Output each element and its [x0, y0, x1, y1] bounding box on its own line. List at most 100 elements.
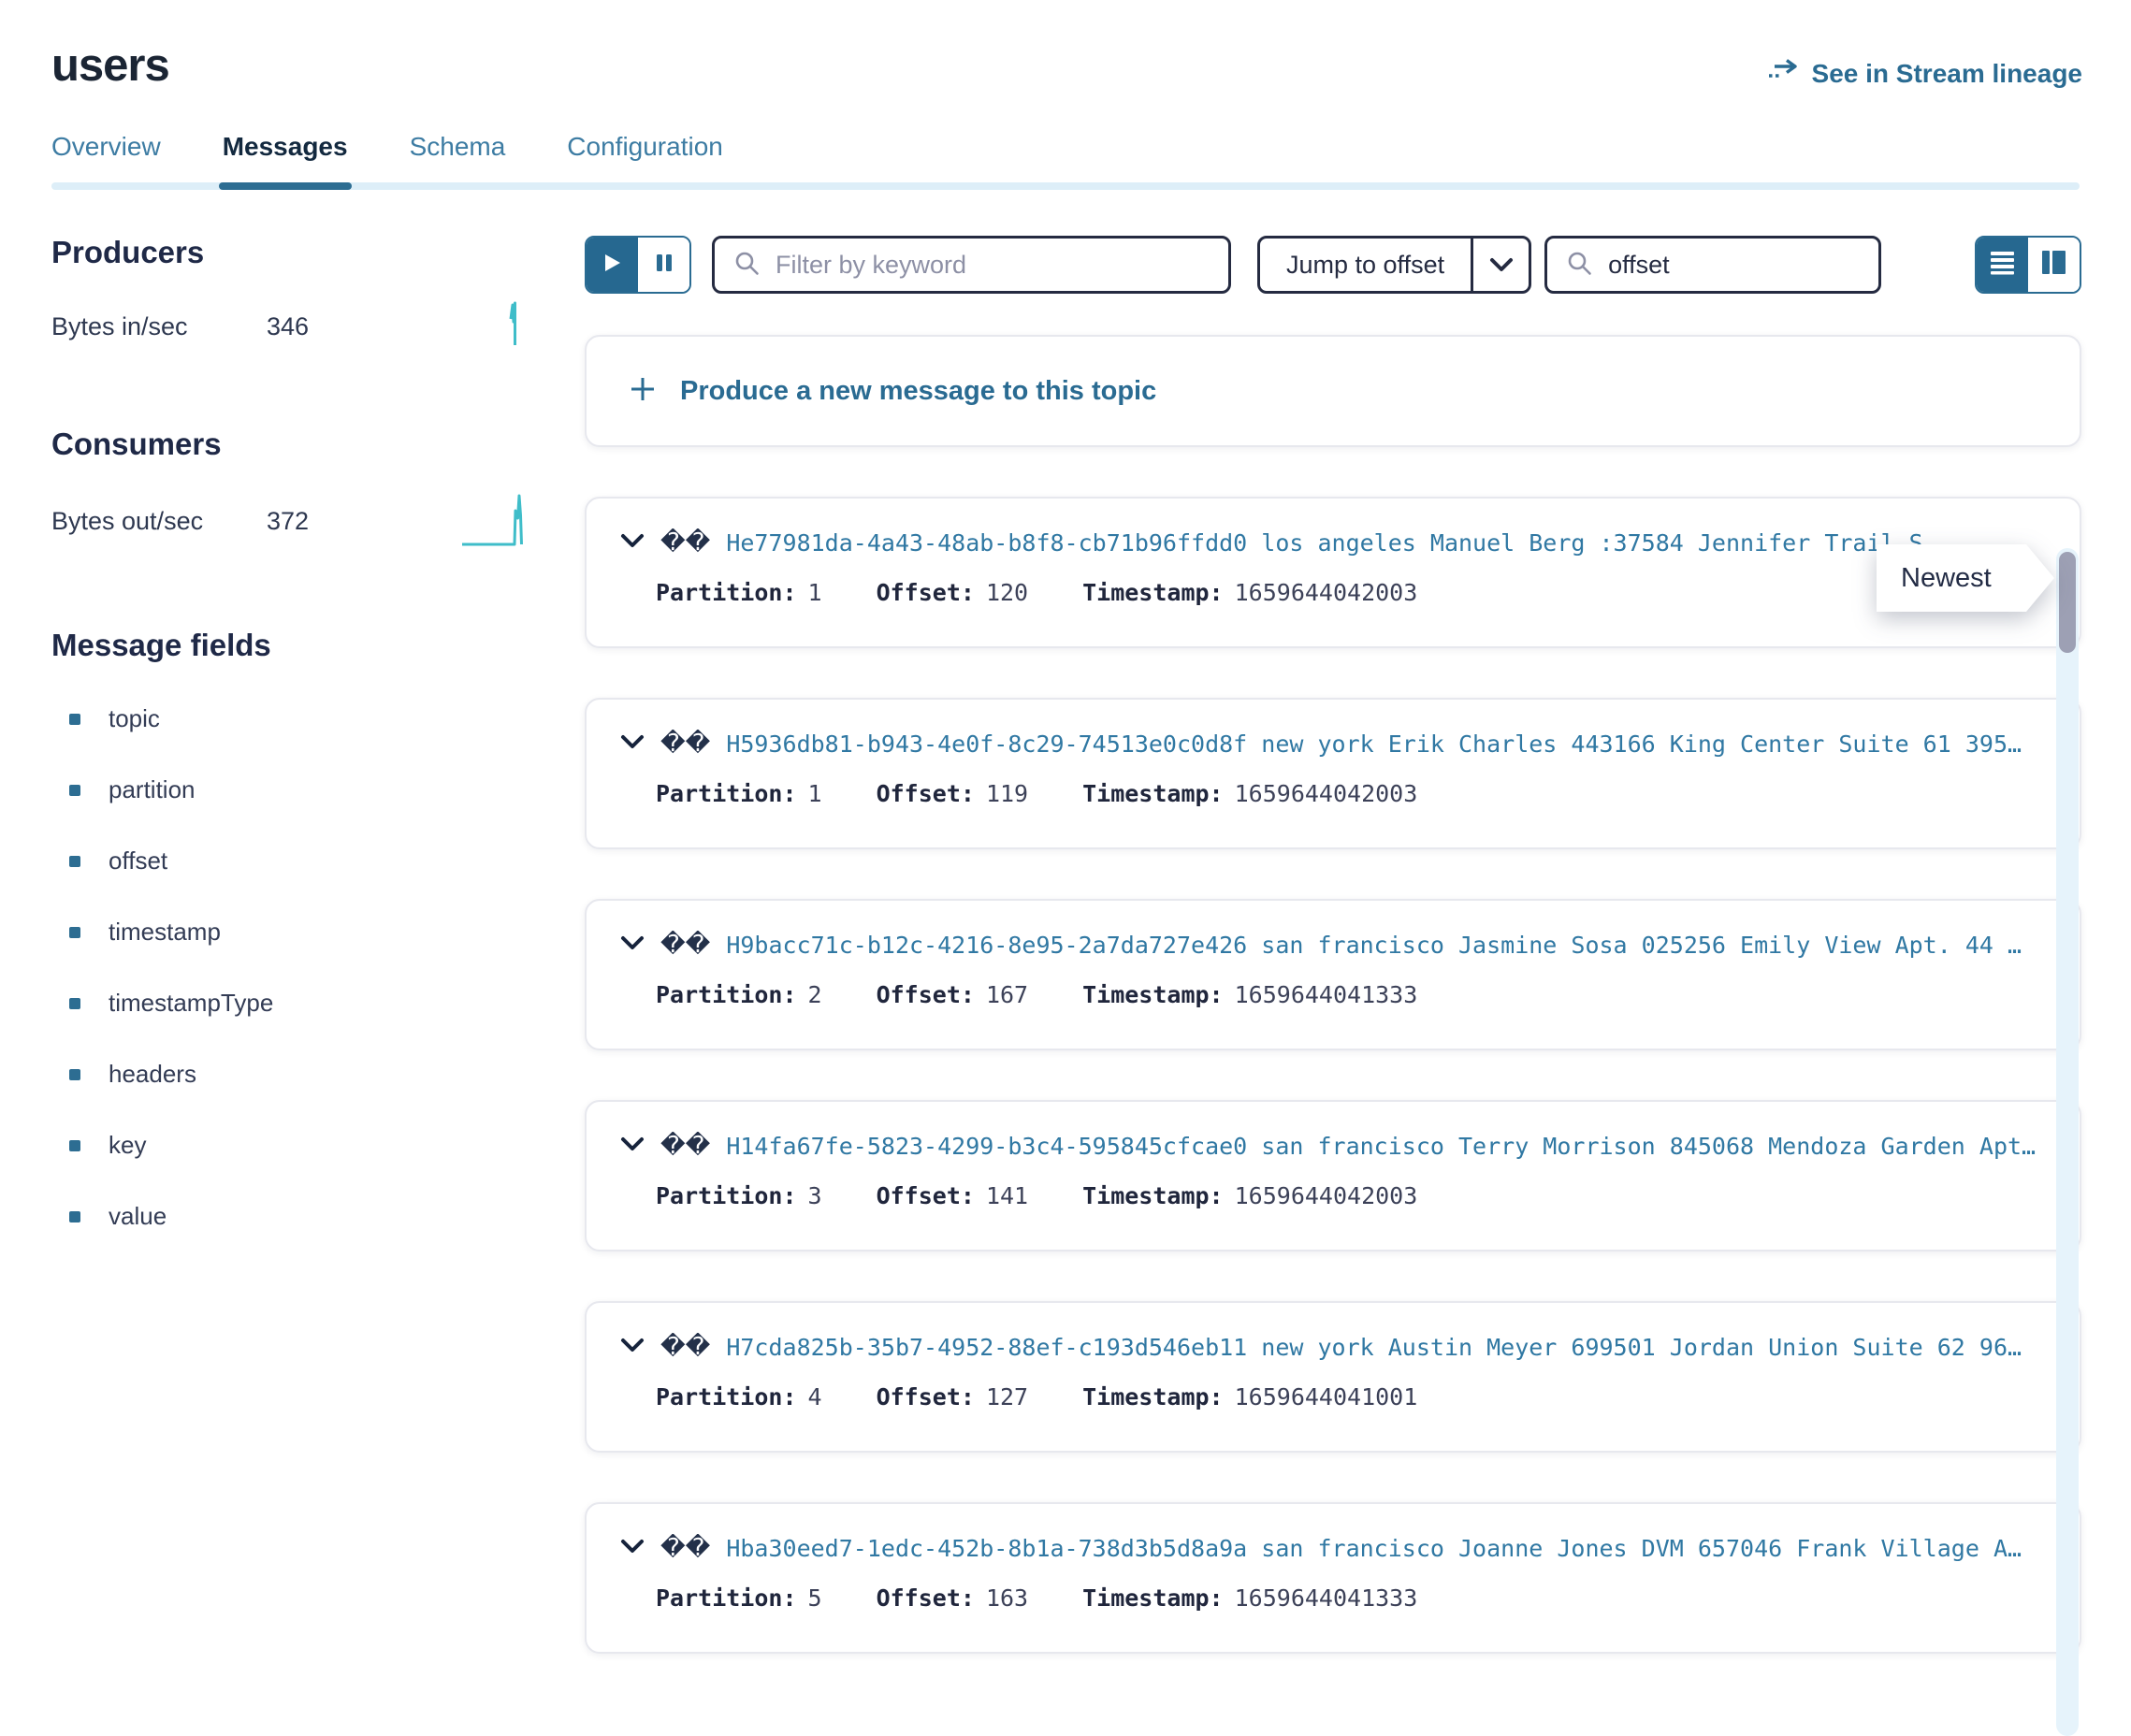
message-field-item[interactable]: timestampType: [51, 989, 543, 1018]
search-icon: [733, 250, 760, 281]
pause-button[interactable]: [638, 238, 689, 292]
message-row[interactable]: �� He77981da-4a43-48ab-b8f8-cb71b96ffdd0…: [585, 497, 2081, 648]
partition-label: Partition:: [656, 780, 797, 807]
expand-message-button[interactable]: [620, 1136, 645, 1156]
message-meta-line: Partition:1 Offset:119 Timestamp:1659644…: [656, 780, 2042, 807]
message-row[interactable]: �� H5936db81-b943-4e0f-8c29-74513e0c0d8f…: [585, 698, 2081, 849]
play-button[interactable]: [587, 238, 638, 292]
expand-message-button[interactable]: [620, 533, 645, 553]
timestamp-label: Timestamp:: [1082, 579, 1224, 606]
message-meta-line: Partition:5 Offset:163 Timestamp:1659644…: [656, 1584, 2042, 1612]
message-row[interactable]: �� H14fa67fe-5823-4299-b3c4-595845cfcae0…: [585, 1100, 2081, 1251]
tab-label: Schema: [410, 132, 506, 161]
plus-icon: [628, 374, 658, 409]
jump-to-offset-select[interactable]: Jump to offset: [1257, 236, 1531, 294]
offset-label: Offset:: [877, 780, 975, 807]
partition-label: Partition:: [656, 579, 797, 606]
bytes-in-row: Bytes in/sec 346: [51, 298, 543, 355]
messages-scrollbar-track[interactable]: [2056, 548, 2079, 1736]
offset-meta: Offset: 127: [877, 1383, 1029, 1410]
offset-label: Offset:: [877, 1182, 975, 1209]
offset-label: Offset:: [877, 1383, 975, 1410]
message-summary[interactable]: H7cda825b-35b7-4952-88ef-c193d546eb11 ne…: [726, 1334, 2042, 1361]
tab-label: Configuration: [567, 132, 723, 161]
page-header: users See in Stream lineage: [0, 0, 2131, 89]
offset-search-input[interactable]: [1606, 250, 1860, 281]
view-toggle-group: [1975, 236, 2081, 294]
key-glyph-icon: ��: [660, 528, 710, 557]
square-bullet-icon: [69, 998, 80, 1009]
tab-overview[interactable]: Overview: [51, 132, 161, 190]
partition-meta: Partition: 5: [656, 1584, 822, 1612]
partition-value: 2: [808, 981, 822, 1008]
tab-label: Messages: [223, 132, 348, 161]
expand-message-button[interactable]: [620, 1539, 645, 1558]
partition-label: Partition:: [656, 1383, 797, 1410]
message-field-item[interactable]: topic: [51, 704, 543, 733]
message-summary-line: �� Hba30eed7-1edc-452b-8b1a-738d3b5d8a9a…: [620, 1534, 2042, 1562]
message-summary[interactable]: H5936db81-b943-4e0f-8c29-74513e0c0d8f ne…: [726, 731, 2042, 758]
columns-view-button[interactable]: [2028, 238, 2080, 292]
square-bullet-icon: [69, 856, 80, 867]
produce-message-button[interactable]: Produce a new message to this topic: [585, 335, 2081, 447]
tab-schema[interactable]: Schema: [410, 132, 506, 190]
message-field-item[interactable]: value: [51, 1202, 543, 1231]
message-row[interactable]: �� H9bacc71c-b12c-4216-8e95-2a7da727e426…: [585, 899, 2081, 1050]
chevron-down-icon: [620, 533, 645, 553]
message-field-item[interactable]: headers: [51, 1060, 543, 1089]
bytes-in-sparkline: [488, 298, 543, 355]
messages-scrollbar-thumb[interactable]: [2059, 552, 2076, 653]
chevron-down-icon: [620, 1136, 645, 1156]
expand-message-button[interactable]: [620, 1338, 645, 1357]
stream-lineage-link[interactable]: See in Stream lineage: [1767, 58, 2082, 89]
message-summary[interactable]: H14fa67fe-5823-4299-b3c4-595845cfcae0 sa…: [726, 1133, 2042, 1160]
partition-label: Partition:: [656, 1584, 797, 1612]
timestamp-value: 1659644041001: [1235, 1383, 1418, 1410]
tab-messages[interactable]: Messages: [223, 132, 348, 190]
list-view-button[interactable]: [1977, 238, 2028, 292]
chevron-down-icon: [620, 1338, 645, 1357]
message-field-item[interactable]: partition: [51, 775, 543, 804]
message-field-item[interactable]: timestamp: [51, 918, 543, 947]
key-glyph-icon: ��: [660, 730, 710, 758]
message-field-item[interactable]: key: [51, 1131, 543, 1160]
offset-label: Offset:: [877, 579, 975, 606]
offset-value: 127: [986, 1383, 1028, 1410]
message-summary[interactable]: Hba30eed7-1edc-452b-8b1a-738d3b5d8a9a sa…: [726, 1535, 2042, 1562]
message-field-label: timestamp: [109, 918, 221, 947]
partition-value: 4: [808, 1383, 822, 1410]
filter-keyword-input[interactable]: [774, 250, 1210, 281]
message-row[interactable]: �� H7cda825b-35b7-4952-88ef-c193d546eb11…: [585, 1301, 2081, 1453]
timestamp-meta: Timestamp:1659644042003: [1082, 780, 1417, 807]
offset-value: 167: [986, 981, 1028, 1008]
message-field-item[interactable]: offset: [51, 846, 543, 875]
message-summary-line: �� H14fa67fe-5823-4299-b3c4-595845cfcae0…: [620, 1132, 2042, 1160]
messages-panel: Jump to offset: [585, 235, 2081, 1654]
produce-message-label: Produce a new message to this topic: [680, 376, 1156, 407]
chevron-down-icon: [620, 935, 645, 955]
offset-search-field[interactable]: [1544, 236, 1881, 294]
message-summary-line: �� H5936db81-b943-4e0f-8c29-74513e0c0d8f…: [620, 730, 2042, 758]
timestamp-meta: Timestamp:1659644042003: [1082, 1182, 1417, 1209]
expand-message-button[interactable]: [620, 734, 645, 754]
offset-value: 120: [986, 579, 1028, 606]
sidebar: Producers Bytes in/sec 346 Consumers Byt…: [51, 235, 543, 1654]
partition-value: 5: [808, 1584, 822, 1612]
message-row[interactable]: �� Hba30eed7-1edc-452b-8b1a-738d3b5d8a9a…: [585, 1502, 2081, 1654]
message-field-label: timestampType: [109, 989, 273, 1018]
timestamp-label: Timestamp:: [1082, 1383, 1224, 1410]
offset-meta: Offset:167: [877, 981, 1029, 1008]
message-summary[interactable]: H9bacc71c-b12c-4216-8e95-2a7da727e426 sa…: [726, 932, 2042, 959]
partition-label: Partition:: [656, 981, 797, 1008]
newest-tooltip-label: Newest: [1877, 544, 2054, 612]
expand-message-button[interactable]: [620, 935, 645, 955]
square-bullet-icon: [69, 1069, 80, 1080]
chevron-down-icon: [620, 1539, 645, 1558]
filter-keyword-field[interactable]: [712, 236, 1231, 294]
message-summary-line: �� He77981da-4a43-48ab-b8f8-cb71b96ffdd0…: [620, 528, 2042, 557]
message-summary[interactable]: He77981da-4a43-48ab-b8f8-cb71b96ffdd0 lo…: [726, 529, 2042, 557]
timestamp-label: Timestamp:: [1082, 1584, 1224, 1612]
newest-tooltip: Newest: [1877, 544, 2054, 612]
key-glyph-icon: ��: [660, 1534, 710, 1562]
tab-configuration[interactable]: Configuration: [567, 132, 723, 190]
